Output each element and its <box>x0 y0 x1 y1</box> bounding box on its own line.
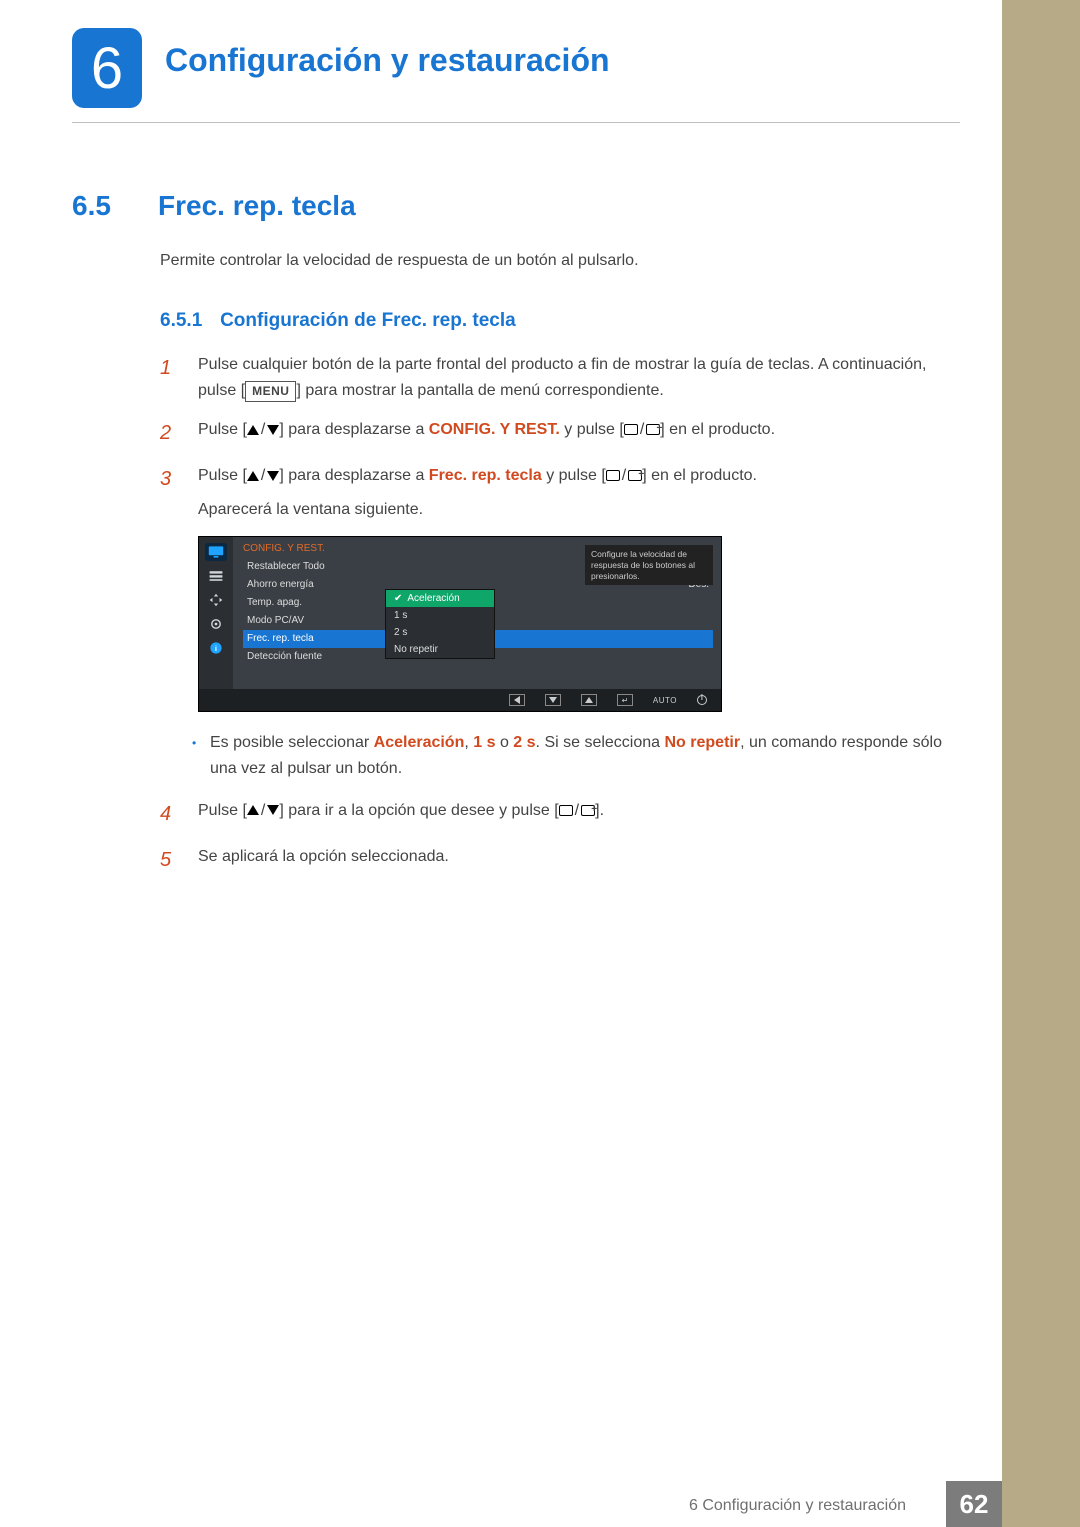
osd-popup-item: 2 s <box>394 627 407 638</box>
step-4-text-a: Pulse [ <box>198 802 247 819</box>
up-down-arrows-icon: / <box>247 417 279 443</box>
step-2-text-a: Pulse [ <box>198 421 247 438</box>
header-rule <box>72 122 960 123</box>
osd-popup-item: No repetir <box>394 644 438 655</box>
step-2-text-c: y pulse [ <box>560 421 624 438</box>
osd-item-selected: Frec. rep. tecla <box>247 630 314 648</box>
osd-enter-icon: ↵ <box>617 694 633 706</box>
check-icon: ✔ <box>394 593 402 604</box>
up-down-arrows-icon: / <box>247 798 279 824</box>
osd-item: Modo PC/AV <box>247 612 304 630</box>
svg-text:i: i <box>215 644 217 653</box>
osd-down-icon <box>545 694 561 706</box>
step-3-text-b: ] para desplazarse a <box>279 467 428 484</box>
step-number: 5 <box>160 844 178 876</box>
section-intro: Permite controlar la velocidad de respue… <box>160 252 952 270</box>
side-band <box>1002 0 1080 1527</box>
up-down-arrows-icon: / <box>247 463 279 489</box>
osd-up-icon <box>581 694 597 706</box>
chapter-title: Configuración y restauración <box>165 42 610 79</box>
step-4-text-b: ] para ir a la opción que desee y pulse … <box>279 802 558 819</box>
step-number: 2 <box>160 417 178 449</box>
osd-power-icon <box>697 695 707 705</box>
note-a: Es posible seleccionar <box>210 734 374 751</box>
osd-bottom-bar: ↵ AUTO <box>199 689 721 711</box>
step-number: 3 <box>160 463 178 522</box>
step-5-text: Se aplicará la opción seleccionada. <box>198 844 952 876</box>
osd-item: Detección fuente <box>247 648 322 666</box>
section-title: Frec. rep. tecla <box>158 190 356 222</box>
step-4: 4 Pulse [/] para ir a la opción que dese… <box>160 798 952 830</box>
footer-chapter-label: 6 Configuración y restauración <box>689 1497 906 1515</box>
osd-item: Restablecer Todo <box>247 558 325 576</box>
section-number: 6.5 <box>72 190 130 222</box>
step-number: 4 <box>160 798 178 830</box>
osd-info-icon: i <box>205 639 227 657</box>
osd-list-icon <box>205 567 227 585</box>
step-3-text-a: Pulse [ <box>198 467 247 484</box>
step-3-text-c: y pulse [ <box>542 467 606 484</box>
step-1: 1 Pulse cualquier botón de la parte fron… <box>160 352 952 403</box>
step-2-text-d: ] en el producto. <box>660 421 775 438</box>
step-5: 5 Se aplicará la opción seleccionada. <box>160 844 952 876</box>
osd-item: Temp. apag. <box>247 594 302 612</box>
step-1-text-b: ] para mostrar la pantalla de menú corre… <box>296 382 663 399</box>
step-2: 2 Pulse [/] para desplazarse a CONFIG. Y… <box>160 417 952 449</box>
enter-source-icon: / <box>559 798 595 824</box>
note-f: 2 s <box>513 734 535 751</box>
chapter-number: 6 <box>91 35 123 102</box>
enter-source-icon: / <box>606 463 642 489</box>
note-h: No repetir <box>665 734 741 751</box>
osd-tooltip: Configure la velocidad de respuesta de l… <box>585 545 713 585</box>
step-2-strong: CONFIG. Y REST. <box>429 421 560 438</box>
osd-monitor-icon <box>205 543 227 561</box>
step-3-strong: Frec. rep. tecla <box>429 467 542 484</box>
osd-screenshot: i CONFIG. Y REST. Restablecer Todo Ahorr… <box>198 536 722 712</box>
osd-item: Ahorro energía <box>247 576 314 594</box>
note-e: o <box>496 734 514 751</box>
osd-auto-label: AUTO <box>653 696 677 705</box>
step-2-text-b: ] para desplazarse a <box>279 421 428 438</box>
menu-key-icon: MENU <box>245 381 296 402</box>
osd-popup-item: Aceleración <box>407 593 459 604</box>
subsection-number: 6.5.1 <box>160 310 202 331</box>
note-g: . Si se selecciona <box>536 734 665 751</box>
step-3: 3 Pulse [/] para desplazarse a Frec. rep… <box>160 463 952 522</box>
enter-source-icon: / <box>624 417 660 443</box>
step-3-tail: Aparecerá la ventana siguiente. <box>198 497 952 523</box>
page-number: 62 <box>946 1481 1002 1527</box>
chapter-badge: 6 <box>72 28 142 108</box>
subsection-title: Configuración de Frec. rep. tecla <box>220 310 516 331</box>
osd-popup-item: 1 s <box>394 610 407 621</box>
note-b: Aceleración <box>374 734 465 751</box>
note-c: , <box>464 734 473 751</box>
osd-popup: ✔ Aceleración 1 s 2 s No repetir <box>385 589 495 659</box>
osd-gear-icon <box>205 615 227 633</box>
osd-left-icon <box>509 694 525 706</box>
osd-arrows-icon <box>205 591 227 609</box>
step-3-text-d: ] en el producto. <box>642 467 757 484</box>
step-number: 1 <box>160 352 178 403</box>
osd-icon-column: i <box>199 537 233 689</box>
note-d: 1 s <box>473 734 495 751</box>
note-bullet: Es posible seleccionar Aceleración, 1 s … <box>210 730 952 781</box>
